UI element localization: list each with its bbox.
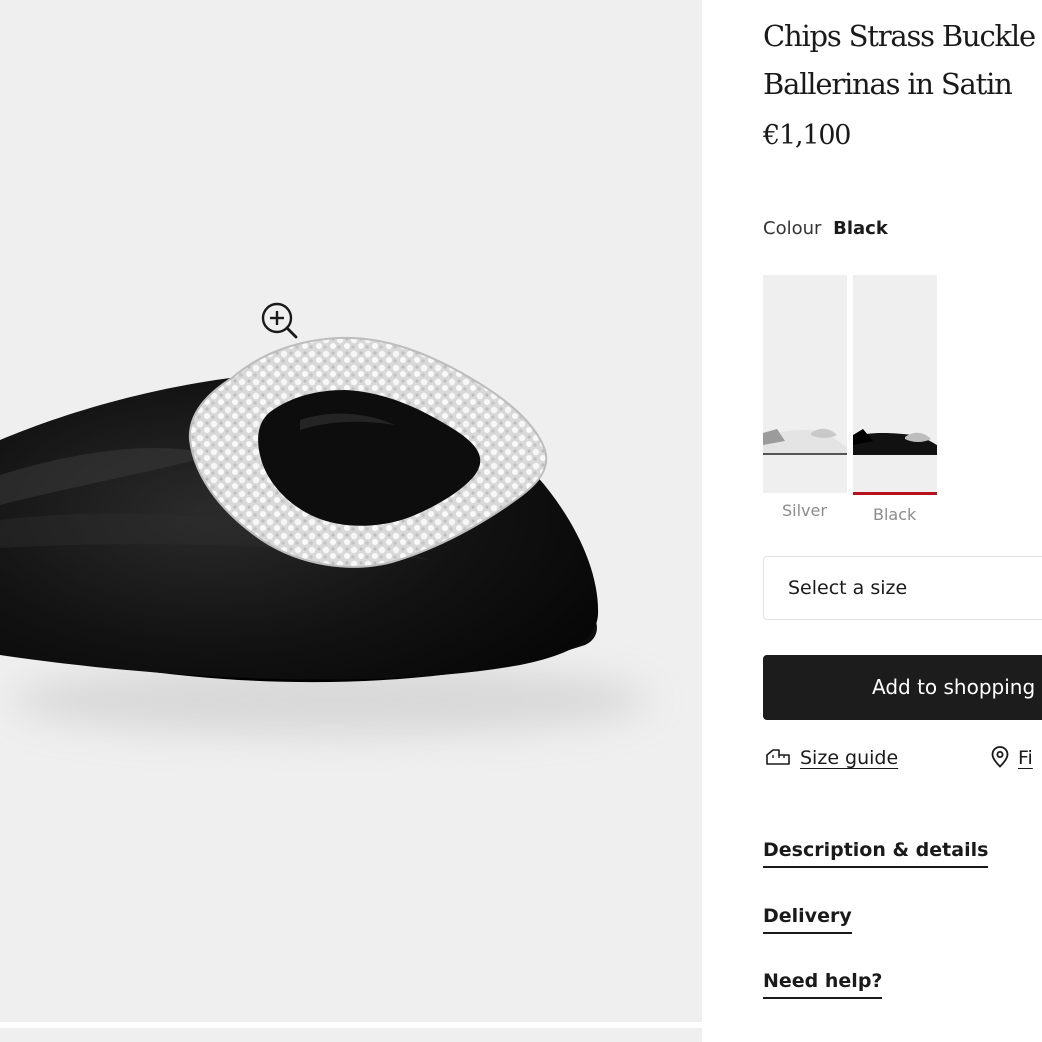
colour-swatch-black[interactable] xyxy=(853,275,937,493)
selected-swatch-indicator xyxy=(853,492,937,495)
location-pin-icon xyxy=(991,745,1009,768)
next-product-image[interactable] xyxy=(0,1028,702,1042)
find-in-store-link[interactable]: Fi xyxy=(991,744,1033,772)
swatch-label-silver: Silver xyxy=(782,501,827,520)
silver-shoe-thumbnail xyxy=(763,275,847,493)
product-title-line-1: Chips Strass Buckle xyxy=(763,19,1036,53)
size-select[interactable]: Select a size xyxy=(763,556,1042,620)
product-title-line-2: Ballerinas in Satin xyxy=(763,67,1013,101)
product-info-panel: Chips Strass Buckle Ballerinas in Satin … xyxy=(702,0,1042,1042)
product-image xyxy=(0,336,650,736)
description-details-label: Description & details xyxy=(763,839,989,861)
colour-selected-value: Black xyxy=(833,218,888,239)
add-to-shopping-bag-label: Add to shopping xyxy=(872,675,1036,699)
zoom-in-icon[interactable] xyxy=(259,300,299,340)
colour-swatch-silver[interactable] xyxy=(763,275,847,493)
size-guide-link[interactable]: Size guide xyxy=(765,744,898,772)
delivery-accordion[interactable]: Delivery xyxy=(763,903,852,934)
colour-selection: Colour Black xyxy=(763,217,888,241)
need-help-accordion[interactable]: Need help? xyxy=(763,968,883,999)
delivery-label: Delivery xyxy=(763,905,852,927)
product-image-frame[interactable] xyxy=(0,0,702,1022)
need-help-label: Need help? xyxy=(763,970,883,992)
description-details-accordion[interactable]: Description & details xyxy=(763,837,989,868)
ruler-icon xyxy=(766,748,790,765)
product-gallery xyxy=(0,0,702,1042)
find-in-store-label: Fi xyxy=(1018,747,1033,769)
black-shoe-thumbnail xyxy=(853,275,937,493)
add-to-shopping-bag-button[interactable]: Add to shopping xyxy=(763,655,1042,720)
size-select-placeholder: Select a size xyxy=(788,577,908,599)
product-title: Chips Strass Buckle Ballerinas in Satin xyxy=(763,12,1042,108)
size-guide-label: Size guide xyxy=(800,747,899,769)
swatch-label-black: Black xyxy=(873,505,917,524)
colour-label: Colour xyxy=(763,218,822,239)
product-price: €1,100 xyxy=(763,120,851,151)
